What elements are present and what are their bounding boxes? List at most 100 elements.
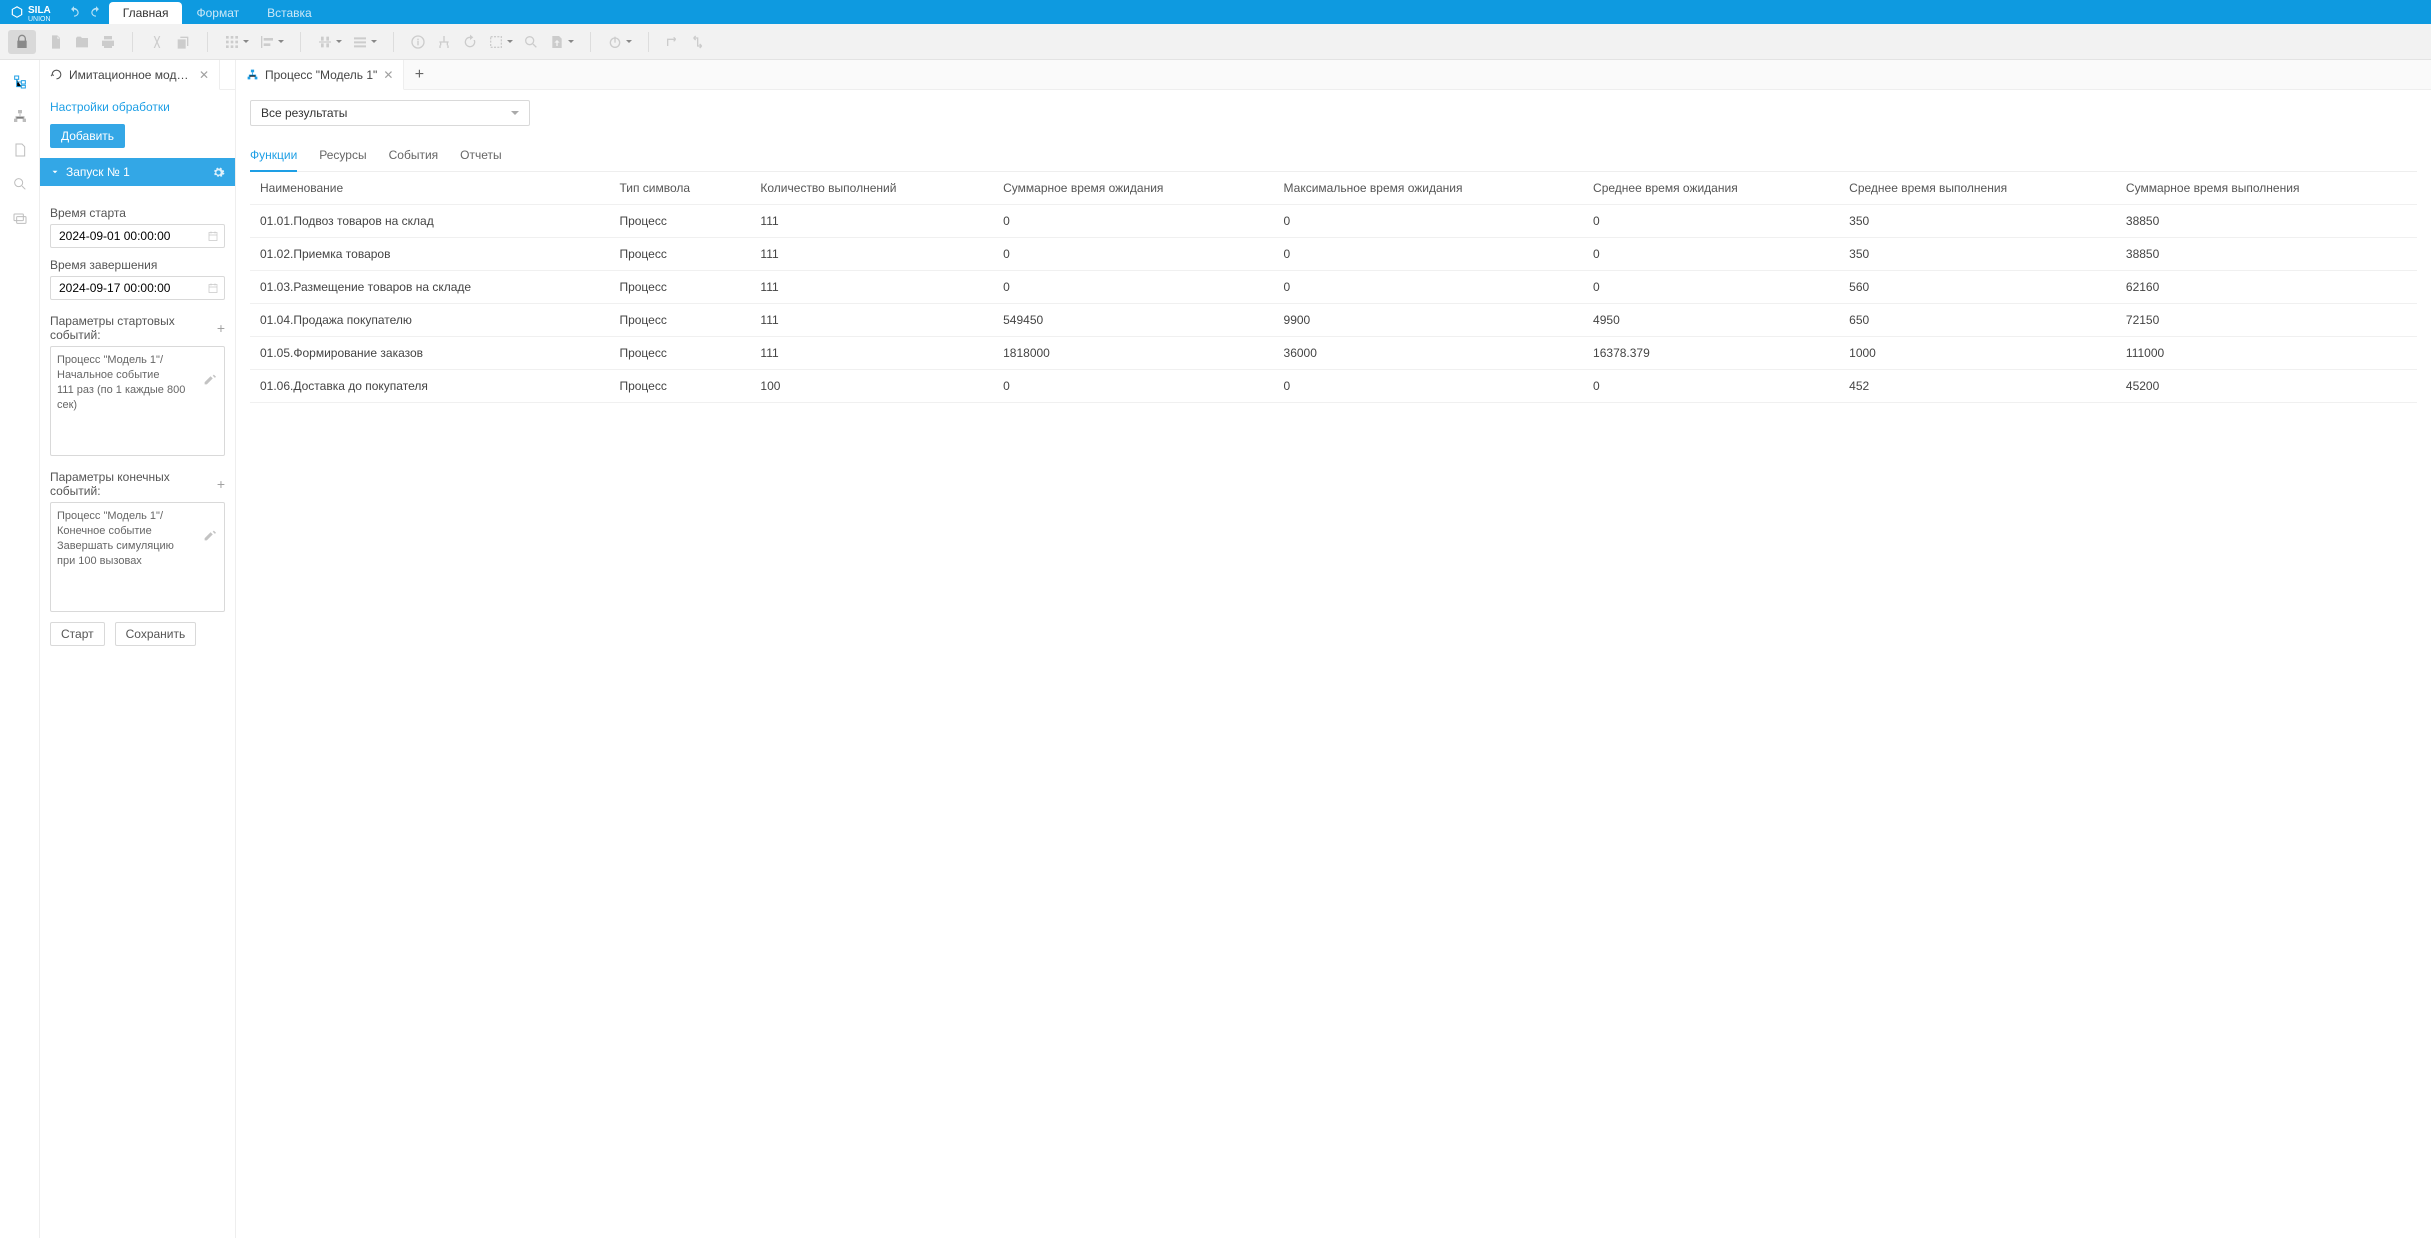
end-params-label: Параметры конечных событий: <box>50 470 217 498</box>
results-filter-select[interactable]: Все результаты <box>250 100 530 126</box>
table-cell: 0 <box>1274 370 1584 403</box>
select-dropdown[interactable] <box>488 34 513 50</box>
main-area: Процесс "Модель 1" ✕ + Все результаты Фу… <box>236 60 2431 1238</box>
table-cell: 111 <box>750 304 993 337</box>
menu-tab-format[interactable]: Формат <box>182 2 253 24</box>
table-header-row: Наименование Тип символа Количество выпо… <box>250 172 2417 205</box>
add-start-param-button[interactable]: + <box>217 320 225 336</box>
connector-icon-1[interactable] <box>665 34 681 50</box>
rail-cards-icon[interactable] <box>12 210 28 226</box>
chevron-down-icon <box>50 167 60 177</box>
table-cell: 01.02.Приемка товаров <box>250 238 609 271</box>
settings-link[interactable]: Настройки обработки <box>50 100 225 114</box>
open-icon[interactable] <box>74 34 90 50</box>
menu-tab-main[interactable]: Главная <box>109 2 183 24</box>
select-icon <box>488 34 504 50</box>
table-cell: 36000 <box>1274 337 1584 370</box>
close-icon[interactable]: ✕ <box>383 68 393 82</box>
add-button[interactable]: Добавить <box>50 124 125 148</box>
edit-icon[interactable] <box>203 529 216 542</box>
table-row[interactable]: 01.02.Приемка товаровПроцесс111000350388… <box>250 238 2417 271</box>
table-cell: 01.01.Подвоз товаров на склад <box>250 205 609 238</box>
export-icon <box>549 34 565 50</box>
col-count[interactable]: Количество выполнений <box>750 172 993 205</box>
col-name[interactable]: Наименование <box>250 172 609 205</box>
col-sum-exec[interactable]: Суммарное время выполнения <box>2116 172 2417 205</box>
gear-icon[interactable] <box>212 166 225 179</box>
tree-icon <box>246 68 259 81</box>
results-filter-value: Все результаты <box>261 106 347 120</box>
align-left-icon <box>259 34 275 50</box>
add-end-param-button[interactable]: + <box>217 476 225 492</box>
table-cell: 9900 <box>1274 304 1584 337</box>
file-tab-simulation[interactable]: Имитационное модели... ✕ <box>40 60 220 90</box>
table-cell: 452 <box>1839 370 2116 403</box>
table-row[interactable]: 01.05.Формирование заказовПроцесс1111818… <box>250 337 2417 370</box>
title-bar: SILA UNION Главная Формат Вставка <box>0 0 2431 24</box>
distribute-dropdown[interactable] <box>317 34 342 50</box>
col-sum-wait[interactable]: Суммарное время ожидания <box>993 172 1273 205</box>
table-row[interactable]: 01.01.Подвоз товаров на складПроцесс1110… <box>250 205 2417 238</box>
export-dropdown[interactable] <box>549 34 574 50</box>
table-cell: 0 <box>1274 205 1584 238</box>
rail-search-icon[interactable] <box>12 176 28 192</box>
close-icon[interactable]: ✕ <box>199 68 209 82</box>
col-avg-exec[interactable]: Среднее время выполнения <box>1839 172 2116 205</box>
col-max-wait[interactable]: Максимальное время ожидания <box>1274 172 1584 205</box>
table-cell: 38850 <box>2116 238 2417 271</box>
file-tab-process[interactable]: Процесс "Модель 1" ✕ <box>236 60 404 90</box>
table-cell: Процесс <box>609 370 750 403</box>
table-cell: 111 <box>750 337 993 370</box>
redo-icon[interactable] <box>89 5 103 19</box>
search-icon[interactable] <box>523 34 539 50</box>
info-icon[interactable] <box>410 34 426 50</box>
copy-icon[interactable] <box>175 34 191 50</box>
grid-dropdown[interactable] <box>224 34 249 50</box>
add-tab-button[interactable]: + <box>404 66 434 84</box>
cut-icon[interactable] <box>149 34 165 50</box>
table-cell: 100 <box>750 370 993 403</box>
table-cell: Процесс <box>609 205 750 238</box>
table-cell: 350 <box>1839 205 2116 238</box>
logo-subtext: UNION <box>28 16 51 23</box>
table-row[interactable]: 01.06.Доставка до покупателяПроцесс10000… <box>250 370 2417 403</box>
table-cell: Процесс <box>609 238 750 271</box>
power-icon <box>607 34 623 50</box>
new-file-icon[interactable] <box>48 34 64 50</box>
rail-hierarchy-icon[interactable] <box>12 108 28 124</box>
rail-page-icon[interactable] <box>12 142 28 158</box>
run-item[interactable]: Запуск № 1 <box>40 158 235 186</box>
file-tab-label: Процесс "Модель 1" <box>265 68 377 82</box>
col-symbol[interactable]: Тип символа <box>609 172 750 205</box>
result-tabs: Функции Ресурсы События Отчеты <box>250 140 2417 172</box>
save-button[interactable]: Сохранить <box>115 622 197 646</box>
tree-icon[interactable] <box>436 34 452 50</box>
table-cell: 72150 <box>2116 304 2417 337</box>
result-tab-events[interactable]: События <box>389 140 439 171</box>
refresh-icon[interactable] <box>462 34 478 50</box>
align-dropdown[interactable] <box>259 34 284 50</box>
start-time-input[interactable] <box>50 224 225 248</box>
result-tab-resources[interactable]: Ресурсы <box>319 140 366 171</box>
menu-tab-insert[interactable]: Вставка <box>253 2 326 24</box>
edit-icon[interactable] <box>203 373 216 386</box>
table-cell: 62160 <box>2116 271 2417 304</box>
start-button[interactable]: Старт <box>50 622 105 646</box>
end-time-input[interactable] <box>50 276 225 300</box>
undo-icon[interactable] <box>67 5 81 19</box>
col-avg-wait[interactable]: Среднее время ожидания <box>1583 172 1839 205</box>
rail-model-tree-icon[interactable] <box>12 74 28 90</box>
table-cell: 16378.379 <box>1583 337 1839 370</box>
result-tab-functions[interactable]: Функции <box>250 140 297 172</box>
file-tab-label: Имитационное модели... <box>69 68 193 82</box>
connector-icon-2[interactable] <box>691 34 707 50</box>
simulation-panel: Имитационное модели... ✕ Настройки обраб… <box>40 60 236 1238</box>
table-cell: 111000 <box>2116 337 2417 370</box>
print-icon[interactable] <box>100 34 116 50</box>
lock-toggle[interactable] <box>8 30 36 54</box>
table-row[interactable]: 01.03.Размещение товаров на складеПроцес… <box>250 271 2417 304</box>
result-tab-reports[interactable]: Отчеты <box>460 140 501 171</box>
power-dropdown[interactable] <box>607 34 632 50</box>
table-row[interactable]: 01.04.Продажа покупателюПроцесс111549450… <box>250 304 2417 337</box>
arrange-dropdown[interactable] <box>352 34 377 50</box>
